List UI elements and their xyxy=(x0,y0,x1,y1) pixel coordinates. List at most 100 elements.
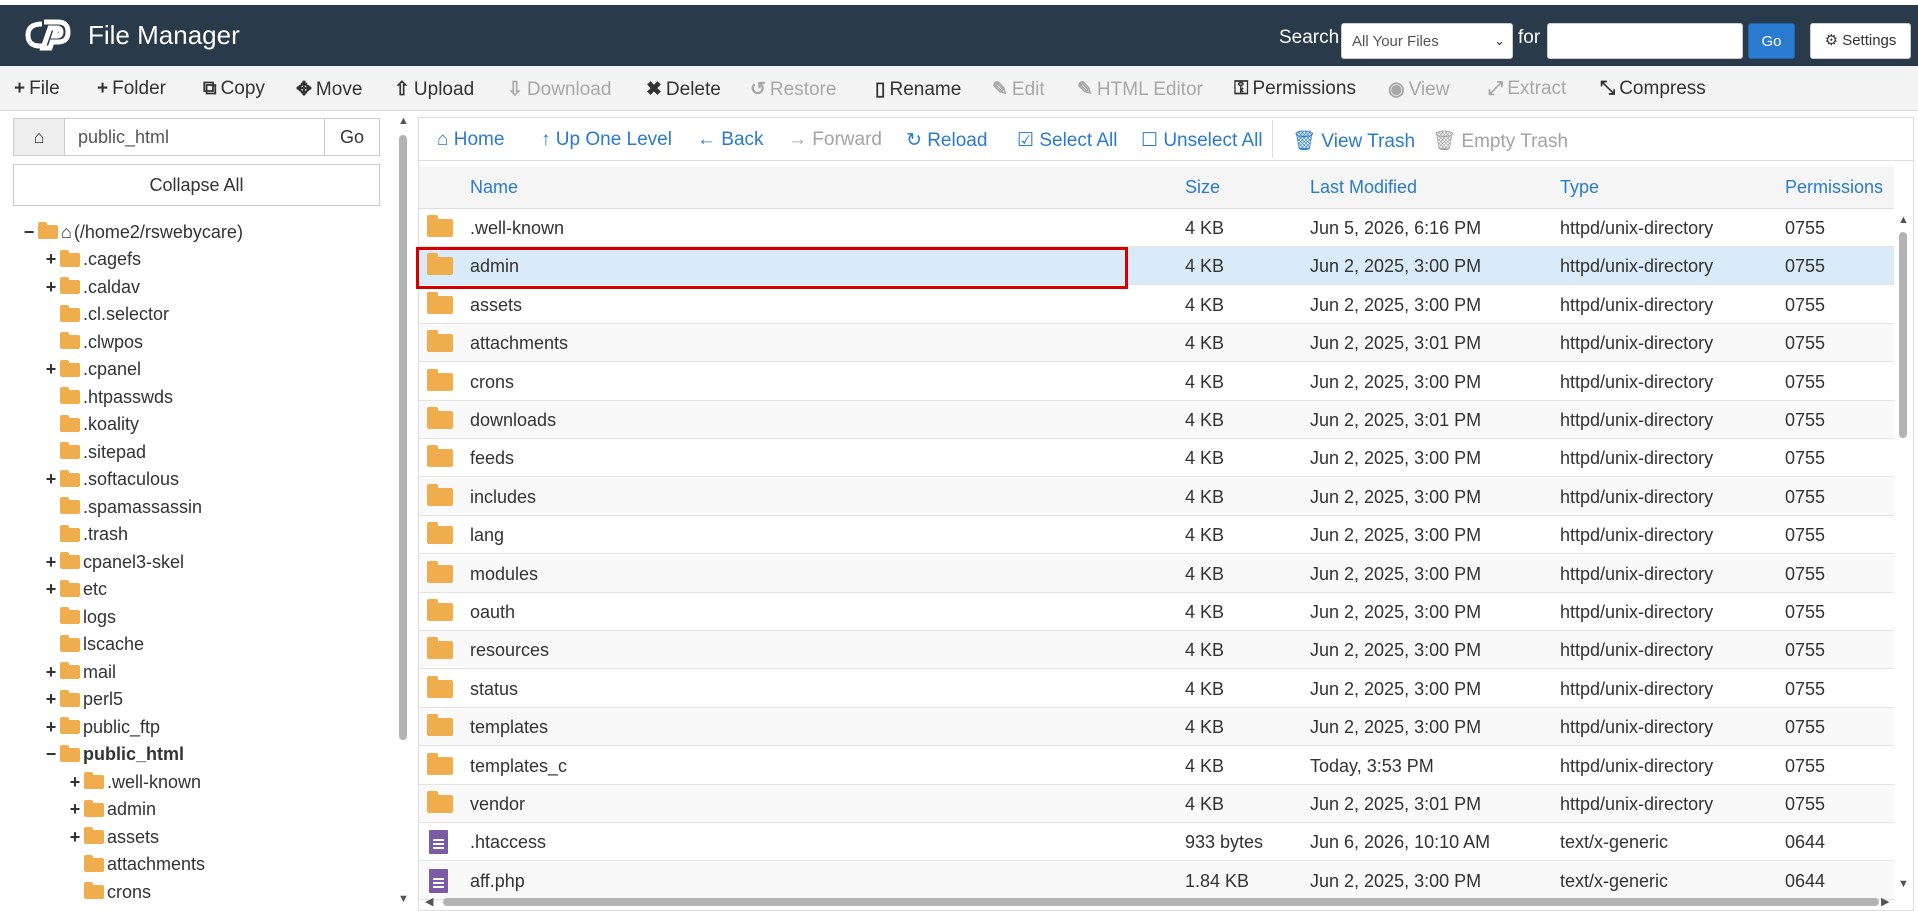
search-go-button[interactable]: Go xyxy=(1748,23,1795,59)
sidebar-scrollbar[interactable]: ▲ ▼ xyxy=(397,115,409,909)
search-input[interactable] xyxy=(1547,23,1743,59)
rename-button[interactable]: ▯ Rename xyxy=(875,78,961,101)
permissions-button[interactable]: ⚿ Permissions xyxy=(1234,78,1356,100)
reload-button[interactable]: ↻ Reload xyxy=(906,129,987,152)
expand-icon[interactable]: + xyxy=(68,827,82,848)
empty-trash-button[interactable]: 🗑 Empty Trash xyxy=(1432,129,1568,153)
table-row[interactable]: templates_c 4 KB Today, 3:53 PM httpd/unix-… xyxy=(419,747,1894,785)
table-row[interactable]: .well-known 4 KB Jun 5, 2026, 6:16 PM httpd… xyxy=(419,209,1894,247)
tree-item[interactable]: lscache xyxy=(44,633,144,657)
collapse-icon[interactable]: − xyxy=(22,222,36,243)
tree-item[interactable]: − ⌂ (/home2/rswebycare) xyxy=(22,220,243,244)
table-row[interactable]: lang 4 KB Jun 2, 2025, 3:00 PM httpd/unix-d… xyxy=(419,516,1894,555)
tree-item[interactable]: + etc xyxy=(44,578,107,602)
table-row[interactable]: feeds 4 KB Jun 2, 2025, 3:00 PM httpd/unix-… xyxy=(419,439,1894,478)
tree-item[interactable]: + .caldav xyxy=(44,275,140,299)
tree-item[interactable]: .sitepad xyxy=(44,440,146,464)
expand-icon[interactable]: + xyxy=(44,689,58,710)
new-folder-button[interactable]: + Folder xyxy=(97,78,166,100)
view-button[interactable]: ◉ View xyxy=(1388,78,1449,101)
table-row[interactable]: templates 4 KB Jun 2, 2025, 3:00 PM httpd/u… xyxy=(419,708,1894,747)
path-input[interactable]: public_html xyxy=(78,127,169,148)
tree-item[interactable]: + public_ftp xyxy=(44,715,160,739)
tree-item[interactable]: .htpasswds xyxy=(44,385,173,409)
tree-item[interactable]: attachments xyxy=(68,853,205,877)
table-row[interactable]: status 4 KB Jun 2, 2025, 3:00 PM httpd/unix… xyxy=(419,670,1894,708)
expand-icon[interactable]: + xyxy=(68,772,82,793)
collapse-icon[interactable]: − xyxy=(44,744,58,765)
table-row[interactable]: vendor 4 KB Jun 2, 2025, 3:01 PM httpd/unix… xyxy=(419,785,1894,823)
column-name[interactable]: Name xyxy=(470,177,518,198)
table-row[interactable]: assets 4 KB Jun 2, 2025, 3:00 PM httpd/unix… xyxy=(419,286,1894,324)
up-one-level-button[interactable]: ↑ Up One Level xyxy=(541,129,672,151)
unselect-all-button[interactable]: ☐ Unselect All xyxy=(1141,129,1263,152)
tree-item[interactable]: + perl5 xyxy=(44,688,123,712)
settings-button[interactable]: ⚙ Settings xyxy=(1810,23,1911,59)
column-type[interactable]: Type xyxy=(1560,177,1599,198)
view-trash-button[interactable]: 🗑 View Trash xyxy=(1292,129,1415,153)
tree-item[interactable]: + .cagefs xyxy=(44,248,141,272)
move-button[interactable]: ✥ Move xyxy=(296,78,362,101)
select-all-button[interactable]: ☑ Select All xyxy=(1017,129,1117,152)
expand-icon[interactable]: + xyxy=(68,799,82,820)
upload-icon: ⇧ xyxy=(394,79,410,100)
html-editor-button[interactable]: ✎ HTML Editor xyxy=(1077,78,1203,101)
edit-button[interactable]: ✎ Edit xyxy=(992,78,1045,101)
compress-button[interactable]: ⤡ Compress xyxy=(1600,78,1706,100)
expand-icon[interactable]: + xyxy=(44,717,58,738)
tree-item[interactable]: logs xyxy=(44,605,116,629)
column-size[interactable]: Size xyxy=(1185,177,1220,198)
copy-button[interactable]: ⧉ Copy xyxy=(203,78,265,100)
expand-icon[interactable]: + xyxy=(44,662,58,683)
horizontal-scroll-thumb[interactable] xyxy=(443,898,1879,906)
file-list-scrollbar[interactable]: ▲ ▼ xyxy=(1894,214,1912,894)
expand-icon[interactable]: + xyxy=(44,277,58,298)
file-list-horizontal-scrollbar[interactable]: ◀ ▶ xyxy=(419,895,1894,909)
cpanel-logo[interactable]: File Manager xyxy=(24,18,240,52)
table-row[interactable]: attachments 4 KB Jun 2, 2025, 3:01 PM httpd… xyxy=(419,324,1894,363)
expand-icon[interactable]: + xyxy=(44,469,58,490)
expand-icon[interactable]: + xyxy=(44,359,58,380)
tree-item[interactable]: + assets xyxy=(68,825,159,849)
tree-item[interactable]: + mail xyxy=(44,660,116,684)
table-row[interactable]: resources 4 KB Jun 2, 2025, 3:00 PM httpd/u… xyxy=(419,631,1894,670)
tree-item[interactable]: crons xyxy=(68,880,151,904)
tree-item[interactable]: + cpanel3-skel xyxy=(44,550,184,574)
tree-item[interactable]: + .softaculous xyxy=(44,468,179,492)
table-row[interactable]: oauth 4 KB Jun 2, 2025, 3:00 PM httpd/unix-… xyxy=(419,593,1894,631)
tree-item[interactable]: + .cpanel xyxy=(44,358,141,382)
tree-item[interactable]: + .well-known xyxy=(68,770,201,794)
home-button[interactable]: ⌂ xyxy=(14,119,65,155)
column-permissions[interactable]: Permissions xyxy=(1785,177,1883,198)
tree-item[interactable]: − public_html xyxy=(44,743,184,767)
tree-item[interactable]: + admin xyxy=(68,798,156,822)
table-row[interactable]: modules 4 KB Jun 2, 2025, 3:00 PM httpd/uni… xyxy=(419,554,1894,593)
tree-item[interactable]: .clwpos xyxy=(44,330,143,354)
delete-button[interactable]: ✖ Delete xyxy=(646,78,721,101)
tree-item[interactable]: .koality xyxy=(44,413,139,437)
restore-button[interactable]: ↺ Restore xyxy=(750,78,836,101)
file-list-scroll-thumb[interactable] xyxy=(1899,232,1907,438)
expand-icon[interactable]: + xyxy=(44,552,58,573)
collapse-all-button[interactable]: Collapse All xyxy=(13,164,380,206)
expand-icon[interactable]: + xyxy=(44,249,58,270)
tree-item[interactable]: .spamassassin xyxy=(44,495,202,519)
table-row[interactable]: downloads 4 KB Jun 2, 2025, 3:01 PM httpd/u… xyxy=(419,401,1894,439)
column-last-modified[interactable]: Last Modified xyxy=(1310,177,1417,198)
tree-item[interactable]: .trash xyxy=(44,523,128,547)
expand-icon[interactable]: + xyxy=(44,579,58,600)
back-button[interactable]: ← Back xyxy=(697,129,764,151)
path-go-button[interactable]: Go xyxy=(324,119,379,155)
tree-item[interactable]: .cl.selector xyxy=(44,303,169,327)
new-file-button[interactable]: + File xyxy=(14,78,60,100)
download-button[interactable]: ⇩ Download xyxy=(507,78,611,101)
nav-home-button[interactable]: ⌂ Home xyxy=(437,129,504,151)
table-row[interactable]: crons 4 KB Jun 2, 2025, 3:00 PM httpd/unix-… xyxy=(419,363,1894,401)
upload-button[interactable]: ⇧ Upload xyxy=(394,78,474,101)
table-row[interactable]: includes 4 KB Jun 2, 2025, 3:00 PM httpd/un… xyxy=(419,477,1894,516)
sidebar-scroll-thumb[interactable] xyxy=(399,135,407,740)
extract-button[interactable]: ⤢ Extract xyxy=(1488,78,1566,100)
forward-button[interactable]: → Forward xyxy=(788,129,882,151)
table-row[interactable]: .htaccess 933 bytes Jun 6, 2026, 10:10 AM t… xyxy=(419,823,1894,862)
search-scope-select[interactable]: All Your Files ⌄ xyxy=(1341,23,1513,59)
